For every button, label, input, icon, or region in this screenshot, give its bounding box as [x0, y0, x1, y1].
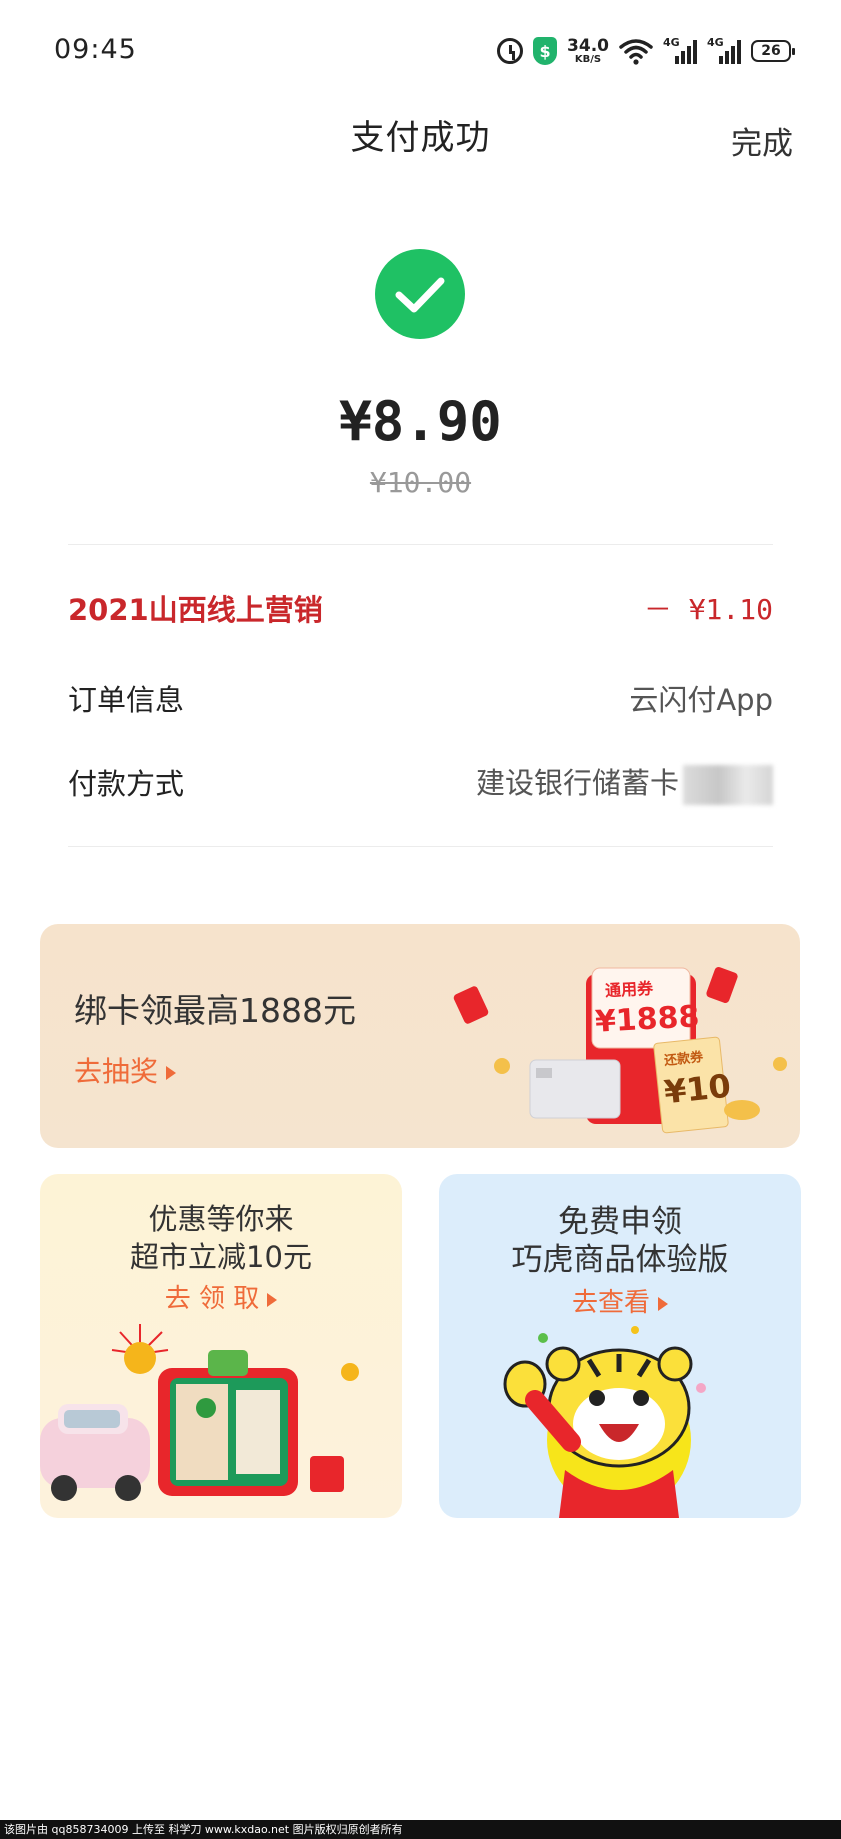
order-info-label: 订单信息	[68, 683, 185, 717]
play-arrow-icon	[658, 1296, 668, 1311]
payment-method-text: 建设银行储蓄卡	[475, 765, 679, 800]
order-info-row[interactable]: 订单信息 云闪付App	[68, 673, 773, 723]
network-type-label: 4G	[663, 36, 680, 49]
watermark: 该图片由 qq858734009 上传至 科学刀 www.kxdao.net 图…	[0, 1820, 841, 1839]
network-speed-unit: KB/S	[574, 53, 602, 65]
coupon-label: 通用券	[604, 978, 654, 1001]
check-circle-icon	[375, 249, 465, 339]
tiger-mascot-illustration	[503, 1326, 706, 1518]
voucher-label: 还款券	[663, 1049, 704, 1069]
battery-icon: 26	[751, 40, 795, 62]
divider	[68, 846, 773, 847]
original-amount: ¥10.00	[369, 466, 472, 499]
divider	[68, 544, 773, 545]
battery-level: 26	[761, 43, 781, 59]
banner-title: 绑卡领最高1888元	[74, 991, 356, 1030]
wifi-icon	[619, 37, 653, 65]
payment-method-label: 付款方式	[68, 767, 185, 801]
shopping-illustration	[40, 1324, 359, 1501]
page-title: 支付成功	[350, 118, 491, 158]
promo-discount: － ¥1.10	[643, 593, 773, 626]
status-icons: $ 34.0 KB/S 4G 4G 26	[497, 34, 795, 68]
network-speed: 34.0 KB/S	[567, 35, 609, 65]
view-link[interactable]: 去查看	[439, 1282, 801, 1319]
status-time: 09:45	[54, 34, 137, 65]
shield-icon: $	[533, 37, 558, 65]
masked-card-number	[683, 764, 773, 805]
play-arrow-icon	[166, 1066, 177, 1080]
promo-label: 2021山西线上营销	[68, 593, 323, 627]
signal-icon: 4G	[663, 36, 697, 64]
payment-method-row: 付款方式 建设银行储蓄卡	[68, 757, 773, 807]
view-link-text: 去查看	[571, 1288, 650, 1318]
paid-amount: ¥8.90	[339, 390, 502, 453]
card-line-2: 巧虎商品体验版	[511, 1242, 729, 1278]
banner-link-text: 去抽奖	[74, 1055, 159, 1088]
network-type-label: 4G	[707, 36, 724, 49]
status-bar: 09:45 $ 34.0 KB/S 4G 4G 26	[0, 0, 841, 100]
play-arrow-icon	[267, 1292, 278, 1307]
order-info-value: 云闪付App	[629, 683, 773, 717]
qiaohu-trial-card[interactable]: 免费申领 巧虎商品体验版 去查看	[439, 1174, 801, 1518]
voucher-value: ¥10	[662, 1066, 733, 1112]
promo-row: 2021山西线上营销 － ¥1.10	[68, 583, 773, 633]
coupon-value: ¥1888	[594, 999, 701, 1040]
banner-lottery-link[interactable]: 去抽奖	[74, 1050, 177, 1090]
card-line-2: 超市立减10元	[130, 1240, 312, 1274]
done-button[interactable]: 完成	[731, 118, 793, 163]
claim-link-text: 去 领 取	[164, 1284, 260, 1314]
alarm-icon	[497, 38, 524, 64]
bind-card-banner[interactable]: 绑卡领最高1888元 去抽奖 通用券 ¥1888 还款券 ¥10	[40, 924, 800, 1148]
claim-link[interactable]: 去 领 取	[40, 1278, 402, 1315]
card-line-1: 优惠等你来	[148, 1202, 294, 1236]
supermarket-promo-card[interactable]: 优惠等你来 超市立减10元 去 领 取	[40, 1174, 402, 1518]
payment-method-value: 建设银行储蓄卡	[476, 760, 773, 805]
network-speed-value: 34.0	[567, 35, 609, 56]
signal-icon: 4G	[707, 36, 741, 64]
